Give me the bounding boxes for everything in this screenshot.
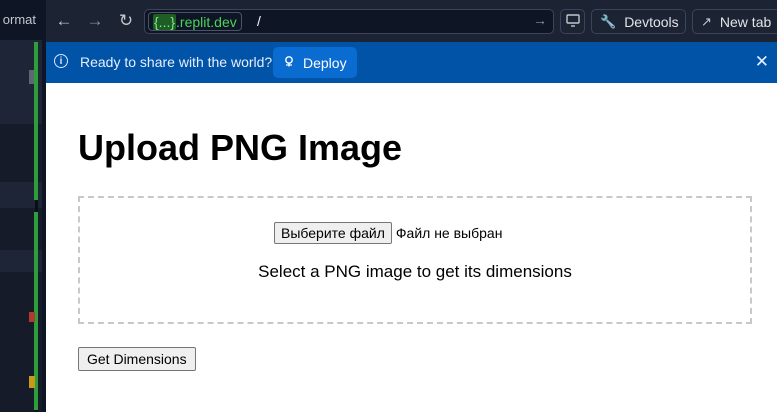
file-input[interactable]: Выберите файл Файл не выбран (274, 222, 502, 244)
go-icon[interactable]: → (533, 12, 547, 28)
deploy-button[interactable]: Deploy (273, 47, 357, 78)
devtools-label: Devtools (624, 13, 679, 30)
close-icon[interactable]: ✕ (755, 52, 769, 72)
arrow-left-icon: ← (55, 11, 73, 30)
get-dimensions-button[interactable]: Get Dimensions (78, 347, 196, 371)
page-title: Upload PNG Image (78, 127, 403, 168)
url-host[interactable]: {...} .replit.dev (148, 12, 242, 31)
warning-marker (29, 376, 35, 388)
deploy-label: Deploy (303, 54, 347, 71)
editor-side-panel: ormat (0, 0, 46, 412)
deploy-banner: i Ready to share with the world? Deploy … (46, 42, 777, 83)
change-marker (29, 70, 34, 84)
browser-toolbar: ← → ↻ {...} .replit.dev / → 🔧 Devtools ↗… (46, 0, 777, 43)
external-link-icon: ↗ (701, 13, 712, 29)
banner-message: Ready to share with the world? (80, 54, 273, 70)
url-bar[interactable]: {...} .replit.dev / → (144, 9, 554, 34)
arrow-right-icon: → (86, 11, 104, 30)
forward-button[interactable]: → (83, 9, 107, 33)
file-status-text: Файл не выбран (395, 225, 503, 241)
new-tab-button[interactable]: ↗ New tab (692, 9, 777, 34)
devtools-button[interactable]: 🔧 Devtools (591, 9, 686, 34)
error-marker (29, 312, 35, 322)
reload-button[interactable]: ↻ (114, 9, 138, 33)
reload-icon: ↻ (118, 11, 134, 30)
change-marker (34, 42, 38, 200)
editor-tab-strip: ormat (0, 0, 46, 41)
web-page: Upload PNG Image Выберите файл Файл не в… (46, 83, 777, 412)
url-host-domain: .replit.dev (176, 13, 237, 30)
choose-file-button[interactable]: Выберите файл (274, 222, 392, 244)
back-button[interactable]: ← (52, 9, 76, 33)
url-host-brace: {...} (153, 13, 177, 30)
info-icon: i (54, 54, 68, 68)
wrench-icon: 🔧 (600, 13, 617, 29)
screen: ormat ← → ↻ {...} .replit.dev / → 🔧 Devt… (0, 0, 777, 412)
screen-button[interactable] (560, 9, 585, 34)
upload-dropzone[interactable]: Выберите файл Файл не выбран Select a PN… (78, 196, 752, 324)
editor-tab-label[interactable]: ormat (3, 12, 36, 27)
monitor-icon (565, 13, 580, 30)
url-path[interactable]: / (257, 13, 261, 29)
deploy-icon (283, 55, 295, 70)
upload-hint: Select a PNG image to get its dimensions (258, 262, 572, 281)
new-tab-label: New tab (719, 13, 772, 30)
